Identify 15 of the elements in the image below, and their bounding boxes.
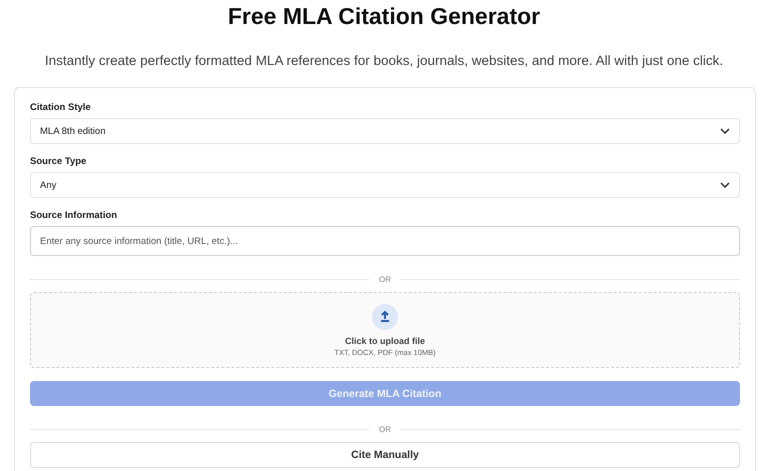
upload-title: Click to upload file (344, 336, 425, 346)
source-information-field[interactable]: Enter any source information (title, URL, etc.)... (30, 226, 740, 256)
source-type-dropdown[interactable]: Any (30, 172, 740, 198)
divider-text: OR (379, 425, 391, 434)
citation-style-dropdown[interactable]: MLA 8th edition (30, 118, 740, 144)
page-title: Free MLA Citation Generator (226, 2, 542, 30)
field-label: Citation Style (30, 102, 92, 113)
cite-manually-button[interactable]: Cite Manually (30, 442, 740, 468)
page-subtitle: Instantly create perfectly formatted MLA references for books, journals, websites, and more. All with just one click. (44, 52, 724, 70)
chevron-down-icon (720, 182, 730, 188)
chevron-down-icon (720, 128, 730, 134)
field-label: Source Information (30, 210, 118, 221)
upload-icon (372, 304, 398, 330)
divider-text: OR (379, 275, 391, 284)
field-label: Source Type (30, 156, 88, 167)
